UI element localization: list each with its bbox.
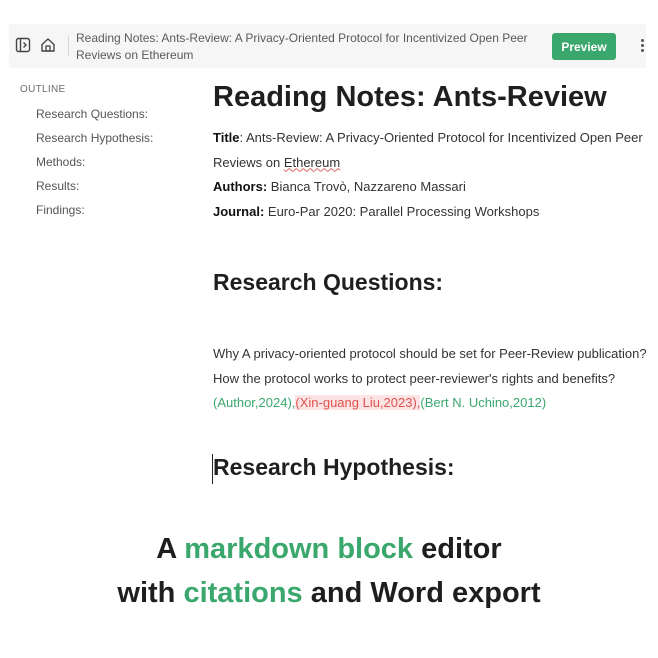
authors-label: Authors: <box>213 179 268 194</box>
outline-panel: OUTLINE Research Questions: Research Hyp… <box>20 84 180 226</box>
question-2: How the protocol works to protect peer-r… <box>213 370 616 386</box>
outline-item-findings[interactable]: Findings: <box>20 202 156 226</box>
spellcheck-word[interactable]: Ethereum <box>284 155 340 170</box>
title-label: Title <box>213 130 240 145</box>
question-1: Why A privacy-oriented protocol should b… <box>213 346 647 361</box>
section-heading-research-questions[interactable]: Research Questions: <box>213 269 443 296</box>
title-line[interactable]: Title: Ants-Review: A Privacy-Oriented P… <box>213 126 658 175</box>
journal-text: Euro-Par 2020: Parallel Processing Works… <box>264 203 540 219</box>
sidebar-toggle-icon[interactable] <box>15 37 31 53</box>
document-title[interactable]: Reading Notes: Ants-Review: A Privacy-Or… <box>76 30 546 64</box>
title-text: : Ants-Review: A Privacy-Oriented Protoc… <box>213 130 643 170</box>
more-vertical-icon[interactable] <box>641 39 646 55</box>
banner-highlight: markdown block <box>184 533 414 565</box>
banner-text: editor <box>413 533 502 565</box>
banner-text: A <box>156 533 185 565</box>
banner-line-2: with citations and Word export <box>0 571 658 615</box>
outline-item-research-questions[interactable]: Research Questions: <box>20 106 156 130</box>
question-2-line: How the protocol works to protect peer-r… <box>213 367 653 416</box>
outline-title: OUTLINE <box>20 84 66 95</box>
research-questions-paragraph[interactable]: Why A privacy-oriented protocol should b… <box>213 342 653 416</box>
text-cursor <box>212 454 213 484</box>
editor-content[interactable]: Reading Notes: Ants-Review Title: Ants-R… <box>212 80 658 484</box>
document-heading[interactable]: Reading Notes: Ants-Review <box>213 80 658 114</box>
banner-text: and Word export <box>302 577 541 609</box>
banner-text: with <box>117 577 184 609</box>
banner-highlight: citations <box>183 577 303 609</box>
authors-text: Bianca Trovò, Nazzareno Massari <box>267 179 466 194</box>
promo-banner: A markdown block editor with citations a… <box>0 527 658 615</box>
home-icon[interactable] <box>40 37 56 53</box>
journal-label: Journal: <box>213 203 265 219</box>
preview-button[interactable]: Preview <box>552 33 616 60</box>
authors-line[interactable]: Authors: Bianca Trovò, Nazzareno Massari <box>213 175 658 200</box>
banner-line-1: A markdown block editor <box>0 527 658 571</box>
metadata-block[interactable]: Title: Ants-Review: A Privacy-Oriented P… <box>213 126 658 224</box>
citation-uchino-2012[interactable]: (Bert N. Uchino,2012) <box>420 395 546 410</box>
outline-item-results[interactable]: Results: <box>20 178 156 202</box>
citation-liu-2023[interactable]: (Xin-guang Liu,2023), <box>295 395 421 410</box>
toolbar-divider <box>68 36 69 56</box>
section-heading-text: Research Hypothesis: <box>213 454 455 480</box>
outline-item-research-hypothesis[interactable]: Research Hypothesis: <box>20 130 156 154</box>
journal-line[interactable]: Journal: Euro-Par 2020: Parallel Process… <box>213 200 658 225</box>
editor-toolbar: Reading Notes: Ants-Review: A Privacy-Or… <box>9 24 646 68</box>
citation-author-2024[interactable]: (Author,2024), <box>213 395 295 410</box>
outline-item-methods[interactable]: Methods: <box>20 154 156 178</box>
section-heading-research-hypothesis[interactable]: Research Hypothesis: <box>212 454 455 484</box>
